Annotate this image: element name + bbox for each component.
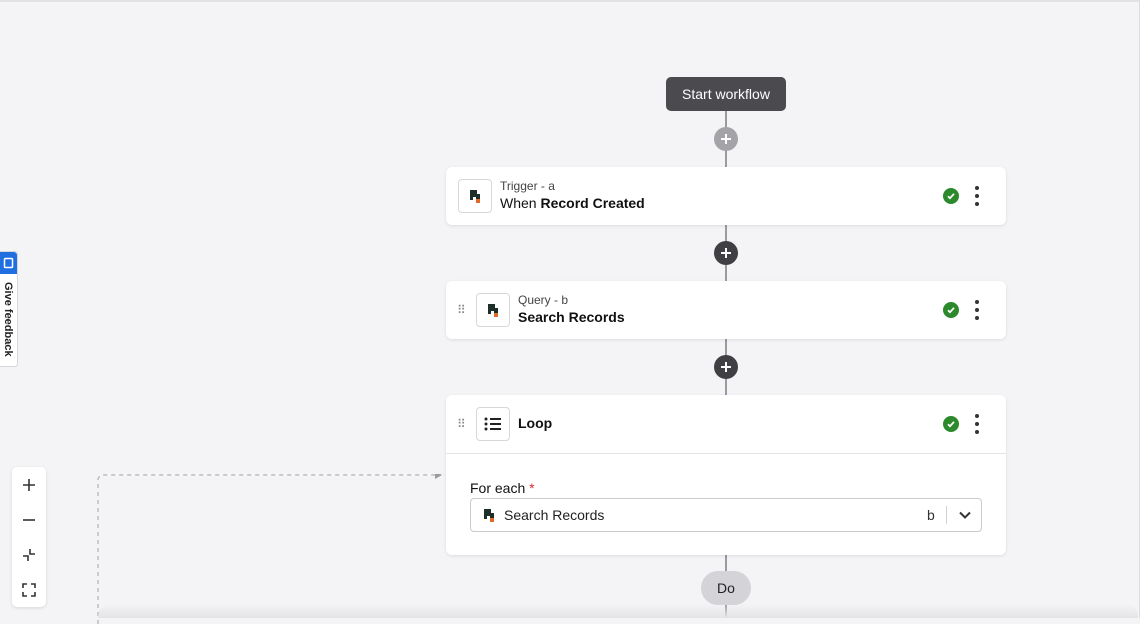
- fit-view-icon: [23, 548, 35, 561]
- drag-handle-icon[interactable]: ⠿: [457, 417, 466, 431]
- start-workflow-button[interactable]: Start workflow: [666, 77, 786, 111]
- app-logo-icon: [476, 293, 510, 327]
- loop-config: For each * Search Records b: [446, 454, 1006, 555]
- trigger-step-card[interactable]: Trigger - a When Record Created: [446, 167, 1006, 225]
- feedback-icon: [0, 252, 17, 274]
- plus-icon: [721, 362, 731, 372]
- more-options-icon[interactable]: [972, 186, 982, 206]
- loop-back-arrow: [97, 474, 442, 624]
- check-circle-icon: [943, 302, 959, 318]
- selected-value: Search Records: [504, 507, 605, 523]
- plus-icon: [721, 248, 731, 258]
- canvas-bottom-edge: [98, 604, 1138, 618]
- fullscreen-button[interactable]: [12, 572, 46, 607]
- zoom-in-icon: [23, 478, 35, 491]
- zoom-out-icon: [23, 518, 35, 521]
- give-feedback-label: Give feedback: [2, 282, 14, 357]
- more-options-icon[interactable]: [972, 414, 982, 434]
- step-type-label: Trigger - a: [500, 179, 555, 193]
- app-logo-icon: [481, 507, 497, 528]
- zoom-in-button[interactable]: [12, 467, 46, 502]
- step-title: When Record Created: [500, 195, 645, 211]
- plus-icon: [721, 134, 731, 144]
- connector-line: [725, 554, 727, 572]
- step-title: Loop: [518, 415, 553, 431]
- check-circle-icon: [943, 416, 959, 432]
- more-options-icon[interactable]: [972, 300, 982, 320]
- loop-step-card[interactable]: ⠿ Loop For each * Search Records b: [446, 395, 1006, 555]
- fit-view-button[interactable]: [12, 537, 46, 572]
- divider: [946, 506, 947, 524]
- step-title: Search Records: [518, 309, 625, 325]
- add-step-button[interactable]: [714, 241, 738, 265]
- do-branch-pill[interactable]: Do: [701, 571, 751, 605]
- zoom-out-button[interactable]: [12, 502, 46, 537]
- for-each-select[interactable]: Search Records b: [470, 498, 982, 532]
- query-step-card[interactable]: ⠿ Query - b Search Records: [446, 281, 1006, 339]
- add-step-button[interactable]: [714, 127, 738, 151]
- for-each-label: For each *: [470, 480, 535, 496]
- step-reference-badge: b: [927, 507, 935, 523]
- zoom-controls: [12, 467, 46, 607]
- fullscreen-icon: [22, 582, 36, 597]
- top-border: [0, 0, 1140, 2]
- list-icon: [476, 407, 510, 441]
- chevron-down-icon[interactable]: [958, 508, 972, 527]
- step-type-label: Query - b: [518, 293, 569, 307]
- drag-handle-icon[interactable]: ⠿: [457, 303, 466, 317]
- add-step-button[interactable]: [714, 355, 738, 379]
- check-circle-icon: [943, 188, 959, 204]
- give-feedback-tab[interactable]: Give feedback: [0, 251, 18, 367]
- app-logo-icon: [458, 179, 492, 213]
